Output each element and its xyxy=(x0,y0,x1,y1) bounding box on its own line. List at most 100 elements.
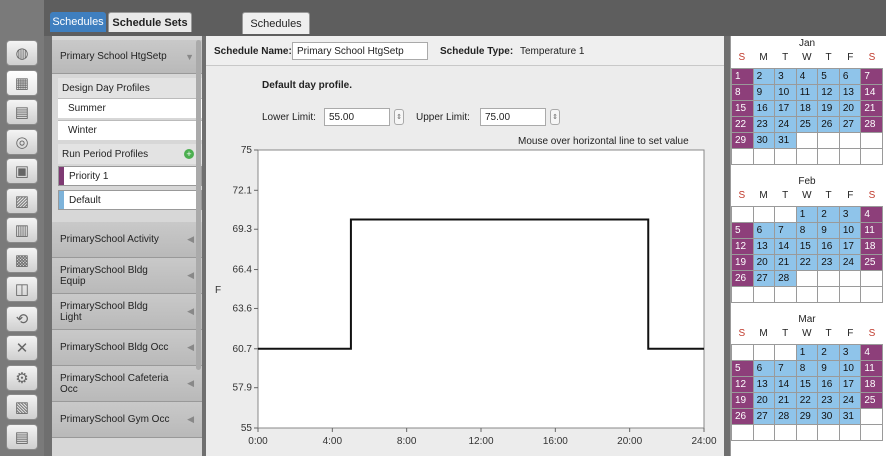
calendar-day[interactable]: 18 xyxy=(860,238,883,255)
calendar-day[interactable]: 7 xyxy=(774,222,797,239)
schedule-group-2[interactable]: PrimarySchool Bldg Light ◀ xyxy=(52,294,202,330)
calendar-icon[interactable]: ▦ xyxy=(6,69,38,96)
schedule-group-selected[interactable]: Primary School HtgSetp ▼ xyxy=(52,40,202,74)
calendar-day[interactable]: 17 xyxy=(838,376,862,393)
scripts-icon[interactable]: ▤ xyxy=(6,423,38,450)
expand-triangle-icon[interactable]: ◀ xyxy=(187,378,194,389)
calendar-day[interactable]: 11 xyxy=(860,360,883,377)
constructions-icon[interactable]: ◎ xyxy=(6,128,38,155)
expand-triangle-icon[interactable]: ◀ xyxy=(187,342,194,353)
calendar-day[interactable]: 19 xyxy=(817,100,840,117)
calendar-day[interactable]: 24 xyxy=(838,392,862,409)
day-profile-chart[interactable]: 55 57.9 60.7 63.6 66.4 69.3 72.1 75 0:00 4:00 8:00… xyxy=(206,36,724,456)
calendar-day[interactable]: 2 xyxy=(817,344,840,361)
calendar-day[interactable]: 10 xyxy=(774,84,797,101)
calendar-day[interactable]: 12 xyxy=(731,238,754,255)
schedule-group-4[interactable]: PrimarySchool Cafeteria Occ ◀ xyxy=(52,366,202,402)
calendar-day[interactable]: 12 xyxy=(731,376,754,393)
calendar-day[interactable]: 30 xyxy=(752,132,776,149)
calendar-day[interactable]: 17 xyxy=(774,100,797,117)
calendar-day[interactable]: 24 xyxy=(774,116,797,133)
calendar-day[interactable]: 20 xyxy=(838,100,862,117)
calendar-day[interactable]: 14 xyxy=(860,84,883,101)
schedule-group-3[interactable]: PrimarySchool Bldg Occ ◀ xyxy=(52,330,202,366)
calendar-day[interactable]: 28 xyxy=(860,116,883,133)
calendar-day[interactable]: 18 xyxy=(795,100,819,117)
calendar-day[interactable]: 23 xyxy=(817,392,840,409)
calendar-day[interactable]: 7 xyxy=(774,360,797,377)
calendar-day[interactable]: 6 xyxy=(838,68,862,85)
calendar-day[interactable]: 29 xyxy=(731,132,754,149)
schedule-group-1[interactable]: PrimarySchool Bldg Equip ◀ xyxy=(52,258,202,294)
calendar-day[interactable]: 13 xyxy=(752,238,776,255)
calendar-day[interactable]: 28 xyxy=(774,270,797,287)
calendar-day[interactable]: 25 xyxy=(860,392,883,409)
calendar-day[interactable]: 27 xyxy=(838,116,862,133)
calendar-day[interactable]: 3 xyxy=(774,68,797,85)
expand-triangle-icon[interactable]: ◀ xyxy=(187,234,194,245)
calendar-day[interactable]: 19 xyxy=(731,254,754,271)
loads-icon[interactable]: ▣ xyxy=(6,158,38,184)
calendar-day[interactable]: 21 xyxy=(774,392,797,409)
tab-schedule-sets[interactable]: Schedule Sets xyxy=(108,12,192,32)
collapse-triangle-icon[interactable]: ▼ xyxy=(185,52,194,62)
calendar-day[interactable]: 2 xyxy=(817,206,840,223)
schedule-group-0[interactable]: PrimarySchool Activity ◀ xyxy=(52,222,202,258)
tab-schedules-list[interactable]: Schedules xyxy=(50,12,106,32)
calendar-day[interactable]: 15 xyxy=(795,238,819,255)
calendar-day[interactable]: 7 xyxy=(860,68,883,85)
calendar-day[interactable]: 14 xyxy=(774,238,797,255)
spaces-icon[interactable]: ◫ xyxy=(6,276,38,302)
calendar-day[interactable]: 13 xyxy=(838,84,862,101)
calendar-day[interactable]: 3 xyxy=(838,344,862,361)
profile-summer[interactable]: Summer xyxy=(58,98,202,118)
calendar-day[interactable]: 4 xyxy=(795,68,819,85)
rule-default[interactable]: Default xyxy=(58,190,202,210)
calendar-day[interactable]: 22 xyxy=(795,392,819,409)
calendar-day[interactable]: 4 xyxy=(860,206,883,223)
calendar-day[interactable]: 5 xyxy=(731,222,754,239)
calendar-day[interactable]: 8 xyxy=(795,222,819,239)
calendar-day[interactable]: 18 xyxy=(860,376,883,393)
calendar-day[interactable]: 23 xyxy=(752,116,776,133)
calendar-day[interactable]: 21 xyxy=(860,100,883,117)
calendar-day[interactable]: 24 xyxy=(838,254,862,271)
calendar-day[interactable]: 22 xyxy=(795,254,819,271)
calendar-day[interactable]: 11 xyxy=(795,84,819,101)
calendar-day[interactable]: 10 xyxy=(838,222,862,239)
calendar-day[interactable]: 10 xyxy=(838,360,862,377)
calendar-day[interactable]: 25 xyxy=(860,254,883,271)
calendar-day[interactable]: 6 xyxy=(752,222,776,239)
simulation-settings-icon[interactable]: ▧ xyxy=(6,394,38,420)
calendar-day[interactable]: 5 xyxy=(731,360,754,377)
calendar-day[interactable]: 6 xyxy=(752,360,776,377)
geometry-icon[interactable]: ▥ xyxy=(6,217,38,243)
calendar-day[interactable]: 25 xyxy=(795,116,819,133)
calendar-day[interactable]: 20 xyxy=(752,392,776,409)
calendar-day[interactable]: 22 xyxy=(731,116,754,133)
calendar-day[interactable]: 16 xyxy=(817,376,840,393)
list-scrollbar[interactable] xyxy=(196,40,201,370)
facility-icon[interactable]: ▩ xyxy=(6,246,38,273)
calendar-day[interactable]: 3 xyxy=(838,206,862,223)
calendar-day[interactable]: 27 xyxy=(752,408,776,425)
calendar-day[interactable]: 31 xyxy=(838,408,862,425)
calendar-day[interactable]: 26 xyxy=(817,116,840,133)
calendar-day[interactable]: 19 xyxy=(731,392,754,409)
calendar-day[interactable]: 1 xyxy=(731,68,754,85)
calendar-day[interactable]: 15 xyxy=(795,376,819,393)
calendar-day[interactable]: 31 xyxy=(774,132,797,149)
calendar-day[interactable]: 23 xyxy=(817,254,840,271)
space-types-icon[interactable]: ▨ xyxy=(6,187,38,214)
output-variables-icon[interactable]: ⚙ xyxy=(6,364,38,391)
calendar-day[interactable]: 26 xyxy=(731,270,754,287)
calendar-day[interactable]: 2 xyxy=(752,68,776,85)
calendar-day[interactable]: 4 xyxy=(860,344,883,361)
calendar-day[interactable]: 9 xyxy=(752,84,776,101)
profile-winter[interactable]: Winter xyxy=(58,120,202,140)
add-profile-icon[interactable]: + xyxy=(184,149,194,159)
calendar-day[interactable]: 8 xyxy=(795,360,819,377)
calendar-day[interactable]: 30 xyxy=(817,408,840,425)
calendar-day[interactable]: 9 xyxy=(817,222,840,239)
calendar-day[interactable]: 16 xyxy=(817,238,840,255)
